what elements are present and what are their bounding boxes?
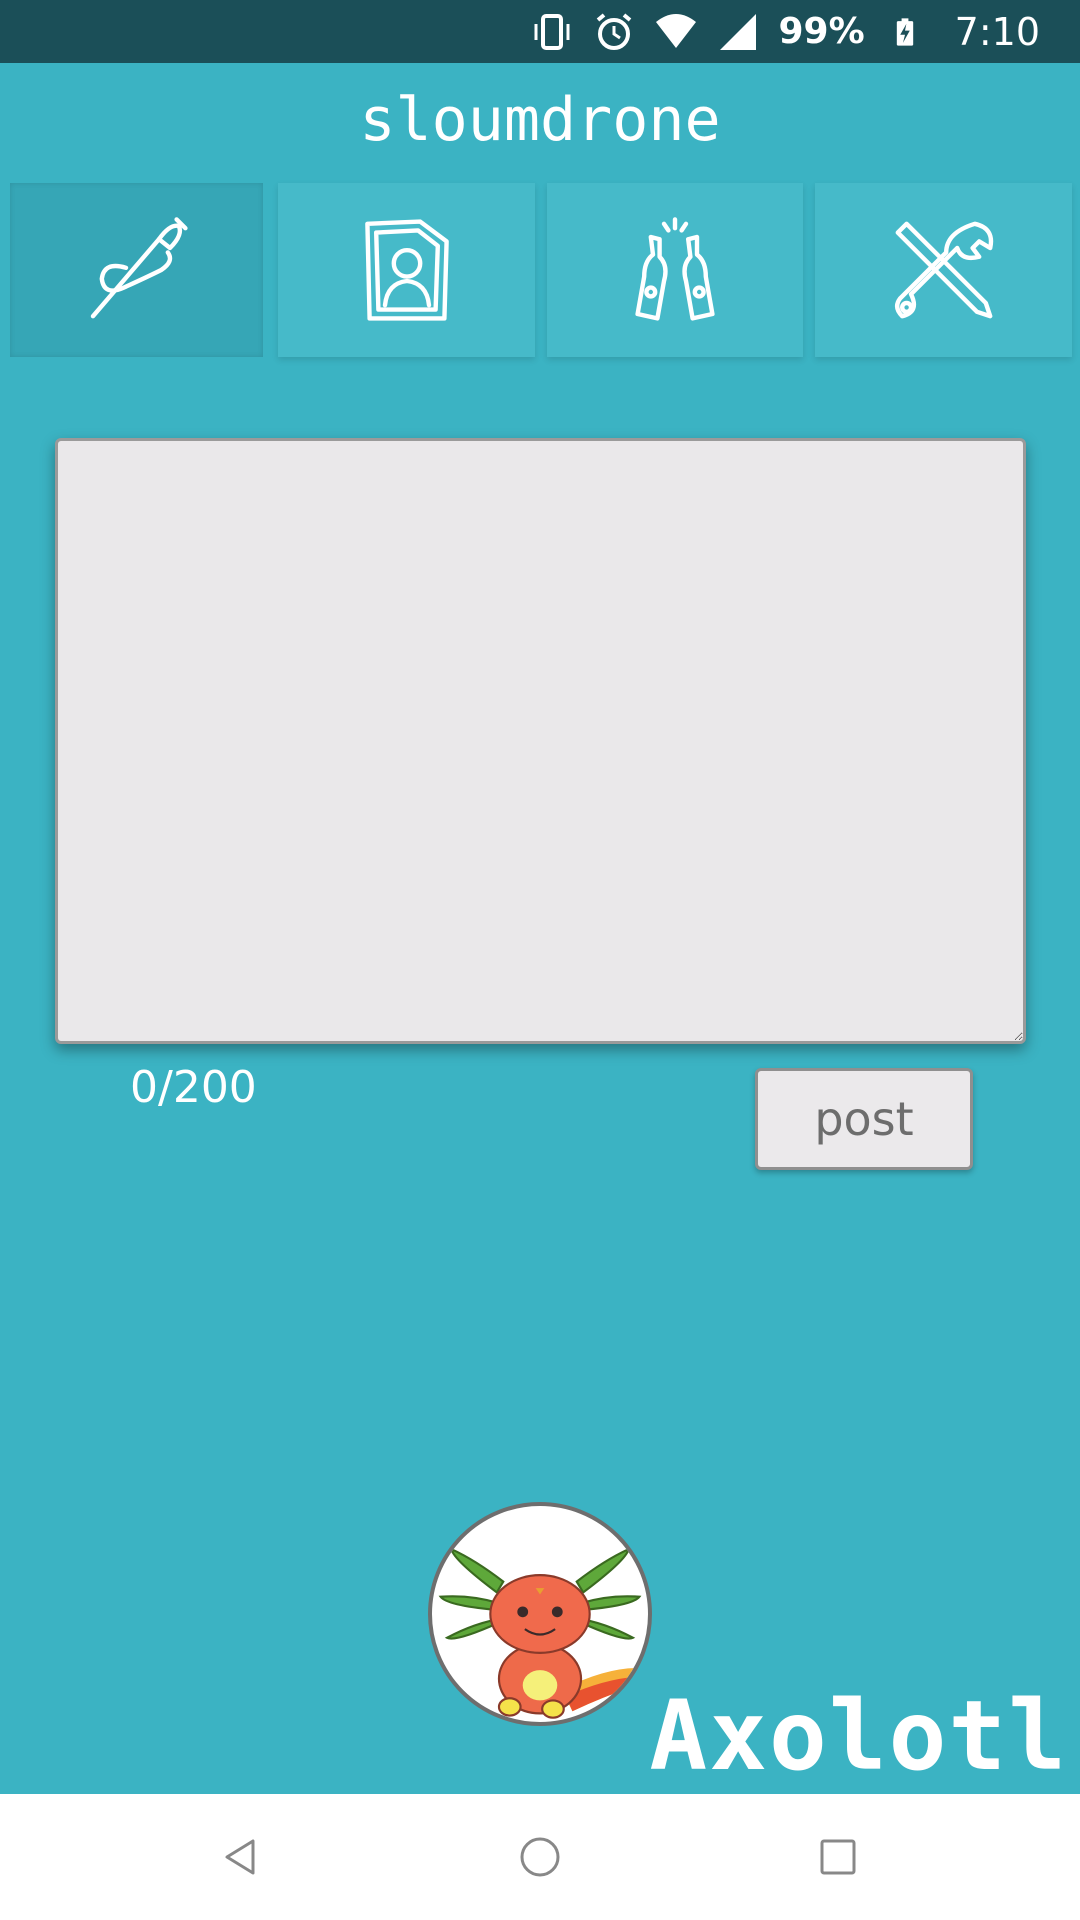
tab-settings[interactable] xyxy=(815,183,1072,357)
recents-icon xyxy=(820,1839,856,1875)
home-button[interactable] xyxy=(505,1822,575,1892)
back-icon xyxy=(225,1839,255,1875)
quill-pen-icon xyxy=(90,217,188,319)
axolotl-avatar-icon xyxy=(438,1547,642,1719)
profile-card-icon xyxy=(364,219,449,321)
app-title: sloumdrone xyxy=(359,85,721,155)
signal-icon xyxy=(716,10,760,54)
vibrate-icon xyxy=(530,10,574,54)
tab-compose[interactable] xyxy=(10,183,263,357)
username: Axolotl xyxy=(649,1680,1068,1792)
post-button[interactable]: post xyxy=(755,1068,973,1170)
alarm-icon xyxy=(592,10,636,54)
clock: 7:10 xyxy=(954,9,1040,54)
status-bar: 99% 7:10 xyxy=(0,0,1080,63)
home-icon xyxy=(520,1837,560,1877)
wifi-icon xyxy=(654,10,698,54)
battery-charging-icon xyxy=(883,10,927,54)
navigation-bar xyxy=(0,1794,1080,1920)
battery-percentage: 99% xyxy=(778,11,865,52)
back-button[interactable] xyxy=(206,1822,276,1892)
recents-button[interactable] xyxy=(803,1822,873,1892)
beer-bottles-icon xyxy=(635,217,715,321)
tab-social[interactable] xyxy=(547,183,803,357)
tab-bar xyxy=(10,183,1072,357)
app-screen: 99% 7:10 sloumdrone 0/200 post Axolotl xyxy=(0,0,1080,1920)
post-text-area[interactable] xyxy=(55,438,1026,1044)
tab-profile[interactable] xyxy=(278,183,535,357)
character-counter: 0/200 xyxy=(130,1062,257,1113)
tools-icon xyxy=(894,221,993,319)
avatar[interactable] xyxy=(428,1502,652,1726)
